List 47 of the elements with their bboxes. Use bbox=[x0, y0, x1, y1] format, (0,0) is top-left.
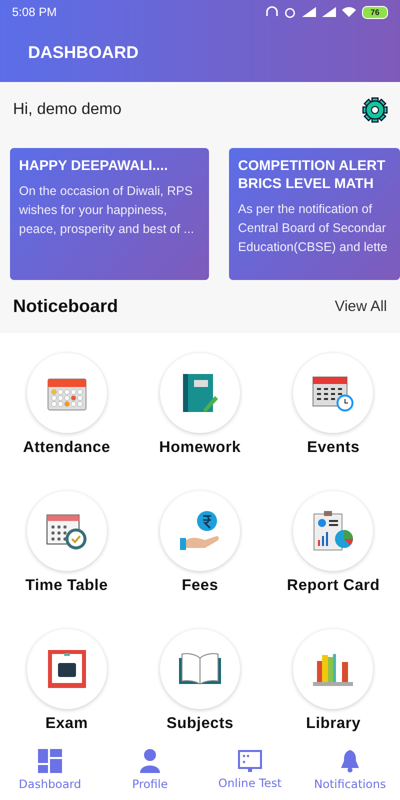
bell-icon bbox=[340, 749, 360, 773]
nav-tab[interactable]: Online Test bbox=[200, 740, 300, 800]
module-label: Report Card bbox=[286, 577, 380, 595]
battery-level: 76 bbox=[362, 6, 388, 18]
module-label: Attendance bbox=[22, 439, 110, 457]
books-icon bbox=[312, 652, 354, 686]
headphones-icon bbox=[266, 6, 278, 18]
module-button[interactable] bbox=[26, 491, 107, 571]
view-all-link[interactable]: View All bbox=[334, 298, 387, 315]
module-label: Library bbox=[306, 715, 361, 733]
rupee-hand-icon bbox=[178, 510, 221, 552]
module-button[interactable] bbox=[160, 353, 240, 433]
signal-icon bbox=[302, 7, 316, 17]
module-label: Subjects bbox=[166, 715, 234, 733]
notice-card[interactable]: COMPETITION ALERT BRICS LEVEL MATH As per the notification of Central Board of Secondar Education(CBSE) and lette bbox=[229, 148, 400, 280]
module-button[interactable] bbox=[160, 629, 240, 709]
nav-tab[interactable]: Dashboard bbox=[0, 740, 100, 800]
notice-text: On the occasion of Diwali, RPS wishes for your happiness, peace, prosperity and best of ... bbox=[19, 183, 196, 238]
status-time: 5:08 PM bbox=[12, 5, 57, 19]
notice-card[interactable]: HAPPY DEEPAWALI.... On the occasion of Diwali, RPS wishes for your happiness, peace, prosperity and best of ... bbox=[10, 148, 209, 280]
person-icon bbox=[140, 749, 160, 773]
nav-tab[interactable]: Notifications bbox=[300, 740, 400, 800]
signal-icon bbox=[322, 7, 336, 17]
greeting-text: Hi, demo demo bbox=[13, 101, 122, 119]
notice-title: BRICS LEVEL MATH bbox=[238, 174, 375, 192]
dashboard-icon bbox=[38, 749, 62, 773]
open-book-icon bbox=[178, 652, 222, 686]
calendar-page-icon bbox=[46, 649, 87, 689]
notice-title: HAPPY DEEPAWALI.... bbox=[19, 156, 169, 174]
calendar-clock-icon bbox=[312, 374, 354, 412]
module-label: Exam bbox=[45, 715, 88, 733]
calendar-clock-icon bbox=[46, 512, 88, 550]
section-title: Noticeboard bbox=[13, 296, 118, 317]
notice-text: As per the notification of Central Board of Secondar Education(CBSE) and lette bbox=[238, 201, 388, 256]
module-label: Events bbox=[307, 439, 360, 457]
module-button[interactable] bbox=[26, 629, 107, 709]
module-label: Fees bbox=[182, 577, 218, 595]
monitor-icon bbox=[238, 750, 262, 772]
wifi-icon bbox=[342, 7, 356, 17]
report-chart-icon bbox=[312, 510, 354, 552]
notebook-icon bbox=[180, 373, 219, 413]
page-title: DASHBOARD bbox=[27, 42, 140, 64]
notice-title: COMPETITION ALERT bbox=[238, 156, 386, 174]
module-label: Time Table bbox=[25, 577, 108, 595]
nav-tab[interactable]: Profile bbox=[100, 740, 200, 800]
settings-icon[interactable] bbox=[362, 97, 388, 123]
module-label: Homework bbox=[159, 439, 241, 457]
